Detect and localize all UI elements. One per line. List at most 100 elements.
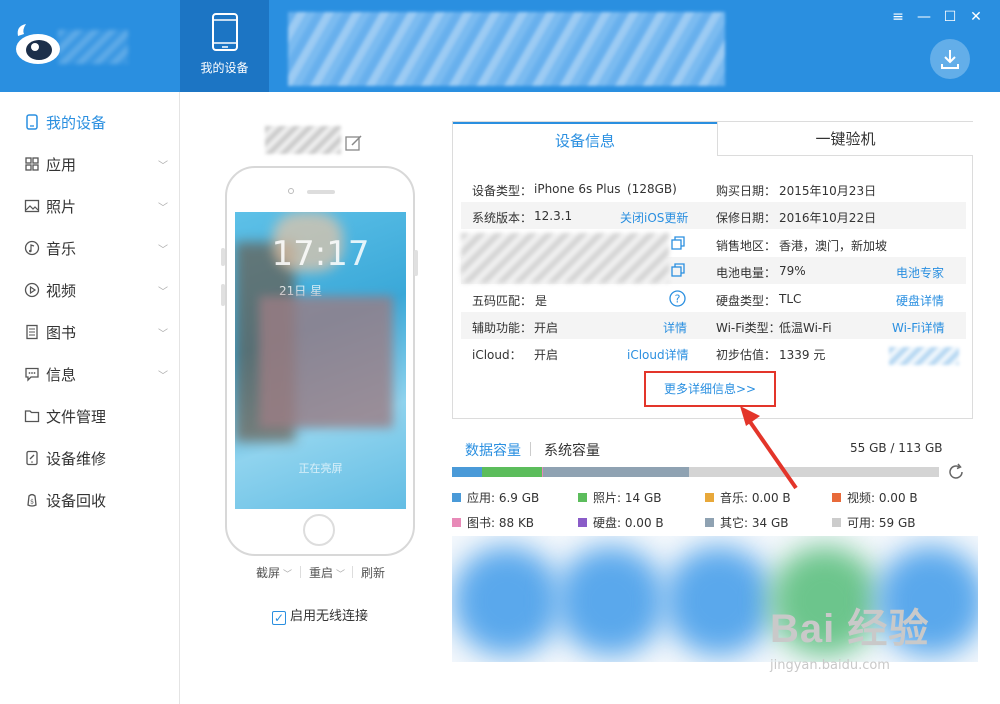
nav-my-device[interactable]: 我的设备 [180, 0, 269, 92]
wifi-type-value: 低温Wi-Fi [779, 321, 832, 335]
legend-free: 可用: 59 GB [832, 514, 915, 531]
sidebar-item-messages[interactable]: 信息 ﹀ [0, 358, 180, 390]
phone-screen: 17:17 21日 星 正在亮屏 [235, 212, 406, 509]
legend-swatch [705, 518, 714, 527]
refresh-button[interactable]: 刷新 [361, 564, 385, 581]
sidebar-item-photos[interactable]: 照片 ﹀ [0, 190, 180, 222]
storage-segment-other [542, 467, 690, 477]
device-type-label: 设备类型： [472, 184, 533, 198]
purchase-date-label: 购买日期： [716, 184, 777, 198]
sidebar-item-label: 照片 [46, 198, 77, 216]
accessibility-details-link[interactable]: 详情 [663, 319, 687, 336]
baidu-watermark: Bai 经验 jingyan.baidu.com [770, 596, 929, 673]
accessibility-value: 开启 [534, 321, 559, 335]
phone-side-button [221, 284, 225, 306]
play-icon [24, 282, 40, 298]
sidebar-item-label: 文件管理 [46, 408, 107, 426]
sidebar-item-label: 信息 [46, 366, 77, 384]
sidebar-item-recycle[interactable]: $ 设备回收 [0, 484, 180, 516]
edit-icon[interactable] [345, 134, 363, 152]
close-button[interactable]: ✕ [967, 8, 985, 26]
battery-expert-link[interactable]: 电池专家 [896, 264, 944, 281]
image-icon [24, 199, 40, 213]
sidebar-item-label: 视频 [46, 282, 77, 300]
info-row: 五码匹配： 是 ? 硬盘类型： TLC 硬盘详情 [461, 285, 966, 312]
storage-usage-bar [452, 467, 939, 477]
sidebar-item-music[interactable]: 音乐 ﹀ [0, 232, 180, 264]
checkbox-checked-icon[interactable]: ✓ [272, 611, 286, 625]
tab-quick-check[interactable]: 一键验机 [717, 122, 973, 156]
obscured-value [889, 347, 959, 365]
sidebar-item-video[interactable]: 视频 ﹀ [0, 274, 180, 306]
purchase-date-value: 2015年10月23日 [779, 184, 877, 198]
sidebar-item-files[interactable]: 文件管理 [0, 400, 180, 432]
restart-label: 重启 [309, 566, 334, 580]
warranty-date-label: 保修日期： [716, 211, 777, 225]
help-icon[interactable]: ? [669, 290, 686, 307]
minimize-button[interactable]: — [915, 8, 933, 26]
sidebar-item-label: 我的设备 [46, 114, 107, 132]
legend-video: 视频: 0.00 B [832, 489, 918, 506]
tab-data-capacity[interactable]: 数据容量 [465, 440, 521, 460]
book-icon [26, 324, 38, 340]
download-button[interactable] [930, 39, 970, 79]
legend-books: 图书: 88 KB [452, 514, 534, 531]
refresh-icon[interactable] [947, 463, 965, 481]
svg-text:?: ? [675, 293, 681, 306]
maximize-button[interactable]: ☐ [941, 8, 959, 26]
icloud-label: iCloud： [472, 348, 522, 362]
os-version-label: 系统版本： [472, 211, 533, 225]
phone-speaker [307, 190, 335, 194]
sidebar-item-label: 应用 [46, 156, 77, 174]
phone-camera [288, 188, 294, 194]
chevron-down-icon: ﹀ [158, 161, 168, 172]
sidebar-item-apps[interactable]: 应用 ﹀ [0, 148, 180, 180]
chevron-down-icon: ﹀ [158, 329, 168, 340]
blurred-shape [452, 546, 562, 656]
menu-button[interactable]: ≡ [889, 8, 907, 26]
svg-text:$: $ [30, 499, 34, 506]
wallpaper-obscured [259, 296, 393, 428]
wifi-details-link[interactable]: Wi-Fi详情 [892, 319, 945, 336]
tab-device-info[interactable]: 设备信息 [453, 122, 717, 156]
screenshot-label: 截屏 [256, 566, 281, 580]
sidebar-item-label: 设备维修 [46, 450, 107, 468]
disk-type-value: TLC [779, 292, 802, 306]
disk-details-link[interactable]: 硬盘详情 [896, 292, 944, 309]
imei-match-value: 是 [535, 294, 548, 308]
storage-segment-apps [452, 467, 482, 477]
app-header: 我的设备 ≡ — ☐ ✕ [0, 0, 1000, 92]
icloud-details-link[interactable]: iCloud详情 [627, 346, 689, 363]
battery-label: 电池电量： [716, 266, 777, 280]
message-icon [25, 367, 39, 382]
info-row: 设备类型： iPhone 6s Plus (128GB) 购买日期： 2015年… [461, 175, 966, 202]
wireless-connection-toggle[interactable]: ✓ 启用无线连接 [272, 605, 368, 625]
recycle-icon: $ [27, 493, 37, 507]
phone-side-button [221, 248, 225, 266]
sidebar-item-repair[interactable]: 设备维修 [0, 442, 180, 474]
legend-label: 可用: 59 GB [847, 516, 916, 530]
sidebar-item-books[interactable]: 图书 ﹀ [0, 316, 180, 348]
sales-region-label: 销售地区： [716, 239, 777, 253]
imei-match-label: 五码匹配： [472, 294, 533, 308]
disk-type-label: 硬盘类型： [716, 294, 777, 308]
copy-icon[interactable] [671, 263, 685, 277]
warranty-date-value: 2016年10月22日 [779, 211, 877, 225]
os-version-value: 12.3.1 [534, 209, 573, 223]
folder-icon [24, 410, 40, 423]
info-row: 系统版本： 12.3.1 关闭iOS更新 保修日期： 2016年10月22日 [461, 202, 966, 229]
chevron-down-icon: ﹀ [158, 371, 168, 382]
tab-system-capacity[interactable]: 系统容量 [544, 440, 600, 460]
device-capacity-value: (128GB) [627, 182, 677, 196]
divider [352, 566, 353, 578]
restart-button[interactable]: 重启 ﹀ [309, 564, 345, 581]
estimate-value: 1339 元 [779, 348, 826, 362]
wireless-connection-label: 启用无线连接 [290, 609, 369, 624]
disable-ios-update-link[interactable]: 关闭iOS更新 [620, 209, 688, 226]
phone-icon [211, 13, 238, 51]
sidebar-item-my-device[interactable]: 我的设备 [0, 106, 180, 138]
legend-label: 音乐: 0.00 B [720, 491, 791, 505]
screenshot-button[interactable]: 截屏 ﹀ [256, 564, 292, 581]
nav-my-device-label: 我的设备 [200, 61, 249, 75]
copy-icon[interactable] [671, 236, 685, 250]
